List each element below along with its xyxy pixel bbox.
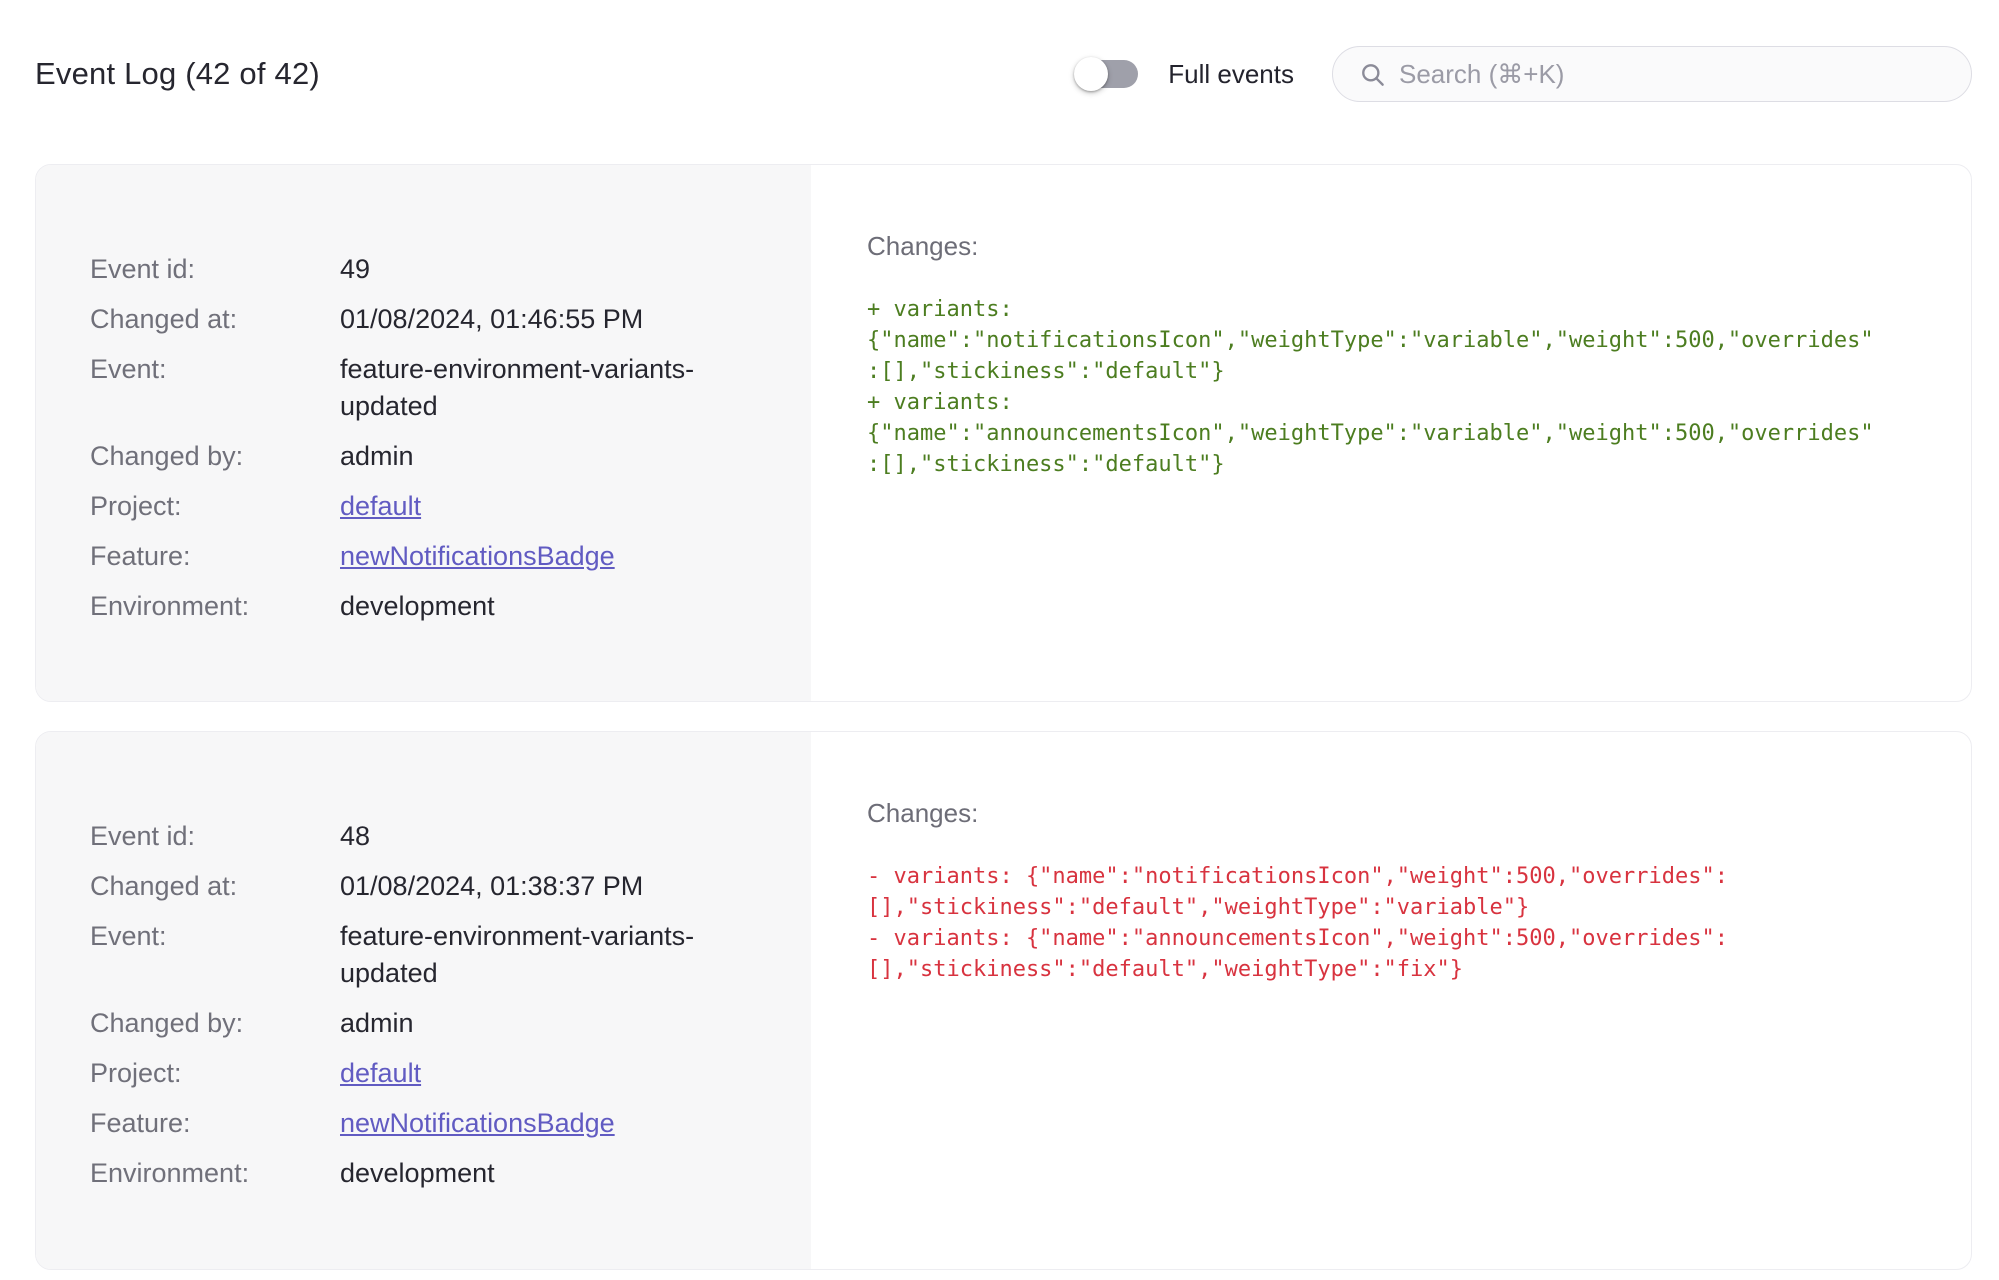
meta-label: Feature: <box>90 541 191 571</box>
meta-value: admin <box>340 1008 414 1038</box>
changes-heading: Changes: <box>867 231 979 261</box>
meta-row-event: Event: feature-environment-variants-upda… <box>90 351 771 425</box>
meta-value: feature-environment-variants-updated <box>340 354 695 421</box>
meta-row-project: Project: default <box>90 1055 771 1092</box>
meta-value: admin <box>340 441 414 471</box>
meta-row-changed-by: Changed by: admin <box>90 438 771 475</box>
meta-value: 01/08/2024, 01:46:55 PM <box>340 304 644 334</box>
project-link[interactable]: default <box>340 488 421 525</box>
meta-label: Event: <box>90 921 167 951</box>
search-icon <box>1362 64 1384 86</box>
meta-label: Project: <box>90 1058 182 1088</box>
meta-row-event: Event: feature-environment-variants-upda… <box>90 918 771 992</box>
meta-label: Changed by: <box>90 441 244 471</box>
meta-row-environment: Environment: development <box>90 588 771 625</box>
meta-row-environment: Environment: development <box>90 1155 771 1192</box>
meta-label: Project: <box>90 491 182 521</box>
meta-value: 01/08/2024, 01:38:37 PM <box>340 871 644 901</box>
full-events-toggle-label: Full events <box>1168 58 1294 89</box>
meta-row-changed-at: Changed at: 01/08/2024, 01:38:37 PM <box>90 868 771 905</box>
meta-label: Changed at: <box>90 871 238 901</box>
search-box <box>1332 46 1972 102</box>
meta-value: development <box>340 1158 495 1188</box>
meta-value: development <box>340 591 495 621</box>
meta-row-changed-at: Changed at: 01/08/2024, 01:46:55 PM <box>90 301 771 338</box>
event-card-49: Event id: 49 Changed at: 01/08/2024, 01:… <box>35 164 1972 702</box>
page-header: Event Log (42 of 42) Full events <box>35 46 1972 102</box>
meta-label: Environment: <box>90 591 250 621</box>
meta-label: Changed at: <box>90 304 238 334</box>
meta-label: Event: <box>90 354 167 384</box>
search-input[interactable] <box>1332 46 1972 102</box>
meta-label: Environment: <box>90 1158 250 1188</box>
meta-row-feature: Feature: newNotificationsBadge <box>90 538 771 575</box>
event-diff-removed: - variants: {"name":"notificationsIcon",… <box>867 864 1728 982</box>
meta-value: feature-environment-variants-updated <box>340 921 695 988</box>
event-changes-panel: Changes: + variants: {"name":"notificati… <box>811 165 1971 701</box>
meta-row-feature: Feature: newNotificationsBadge <box>90 1105 771 1142</box>
feature-link[interactable]: newNotificationsBadge <box>340 1105 615 1142</box>
meta-label: Feature: <box>90 1108 191 1138</box>
meta-label: Changed by: <box>90 1008 244 1038</box>
full-events-toggle[interactable] <box>1074 57 1139 91</box>
meta-row-project: Project: default <box>90 488 771 525</box>
page-title: Event Log (42 of 42) <box>35 56 320 91</box>
event-log-page: Event Log (42 of 42) Full events Event i… <box>0 0 1999 1270</box>
project-link[interactable]: default <box>340 1055 421 1092</box>
event-meta-panel: Event id: 48 Changed at: 01/08/2024, 01:… <box>36 732 811 1269</box>
meta-row-changed-by: Changed by: admin <box>90 1005 771 1042</box>
header-controls: Full events <box>1074 46 1972 102</box>
feature-link[interactable]: newNotificationsBadge <box>340 538 615 575</box>
meta-row-event-id: Event id: 49 <box>90 251 771 288</box>
meta-row-event-id: Event id: 48 <box>90 818 771 855</box>
event-meta-panel: Event id: 49 Changed at: 01/08/2024, 01:… <box>36 165 811 701</box>
meta-value: 49 <box>340 254 371 284</box>
event-changes-panel: Changes: - variants: {"name":"notificati… <box>811 732 1971 1269</box>
event-card-48: Event id: 48 Changed at: 01/08/2024, 01:… <box>35 731 1972 1270</box>
event-diff-added: + variants: {"name":"notificationsIcon",… <box>867 297 1874 477</box>
changes-heading: Changes: <box>867 798 979 828</box>
meta-value: 48 <box>340 821 371 851</box>
meta-label: Event id: <box>90 821 196 851</box>
meta-label: Event id: <box>90 254 196 284</box>
